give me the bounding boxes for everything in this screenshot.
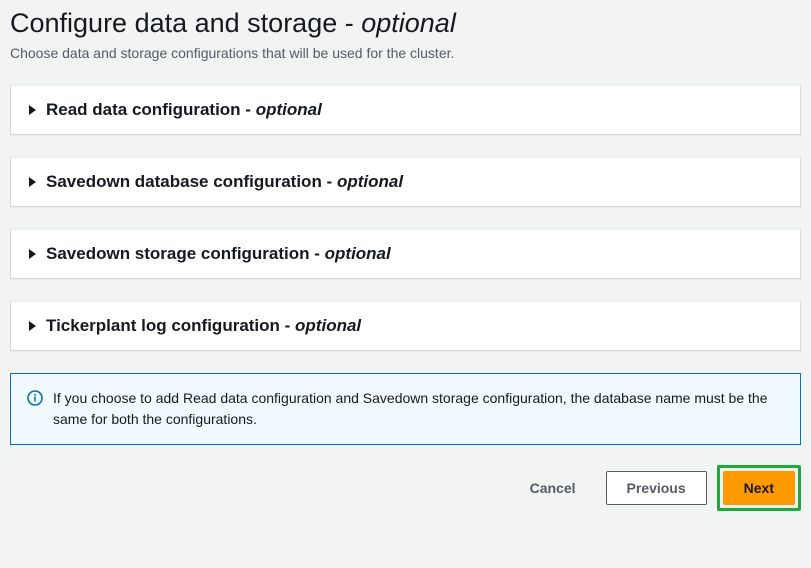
panel-title-optional: optional <box>337 172 403 191</box>
panel-read-data: Read data configuration - optional <box>10 85 801 135</box>
panel-savedown-database: Savedown database configuration - option… <box>10 157 801 207</box>
next-button[interactable]: Next <box>723 471 795 505</box>
button-bar: Cancel Previous Next <box>10 465 801 511</box>
panel-tickerplant-log: Tickerplant log configuration - optional <box>10 301 801 351</box>
caret-right-icon <box>29 105 36 115</box>
caret-right-icon <box>29 177 36 187</box>
panel-title-optional: optional <box>256 100 322 119</box>
next-button-highlight: Next <box>717 465 801 511</box>
panel-toggle-savedown-database[interactable]: Savedown database configuration - option… <box>29 172 782 192</box>
caret-right-icon <box>29 321 36 331</box>
panel-title-optional: optional <box>325 244 391 263</box>
panel-title-savedown-storage: Savedown storage configuration - optiona… <box>46 244 391 264</box>
info-icon <box>27 390 43 406</box>
panel-title-optional: optional <box>295 316 361 335</box>
panel-title-main: Savedown database configuration - <box>46 172 337 191</box>
panel-title-tickerplant-log: Tickerplant log configuration - optional <box>46 316 361 336</box>
page-title: Configure data and storage - optional <box>10 8 801 39</box>
page-title-main: Configure data and storage - <box>10 8 361 38</box>
page-title-optional: optional <box>361 8 456 38</box>
panel-title-savedown-database: Savedown database configuration - option… <box>46 172 403 192</box>
panel-toggle-read-data[interactable]: Read data configuration - optional <box>29 100 782 120</box>
panel-toggle-savedown-storage[interactable]: Savedown storage configuration - optiona… <box>29 244 782 264</box>
page-subtext: Choose data and storage configurations t… <box>10 45 801 61</box>
caret-right-icon <box>29 249 36 259</box>
panel-title-main: Savedown storage configuration - <box>46 244 325 263</box>
previous-button[interactable]: Previous <box>606 471 707 505</box>
panel-title-main: Tickerplant log configuration - <box>46 316 295 335</box>
panel-title-main: Read data configuration - <box>46 100 256 119</box>
info-alert: If you choose to add Read data configura… <box>10 373 801 445</box>
panel-savedown-storage: Savedown storage configuration - optiona… <box>10 229 801 279</box>
info-text: If you choose to add Read data configura… <box>53 388 784 430</box>
cancel-button[interactable]: Cancel <box>510 472 596 504</box>
panel-toggle-tickerplant-log[interactable]: Tickerplant log configuration - optional <box>29 316 782 336</box>
panel-title-read-data: Read data configuration - optional <box>46 100 322 120</box>
